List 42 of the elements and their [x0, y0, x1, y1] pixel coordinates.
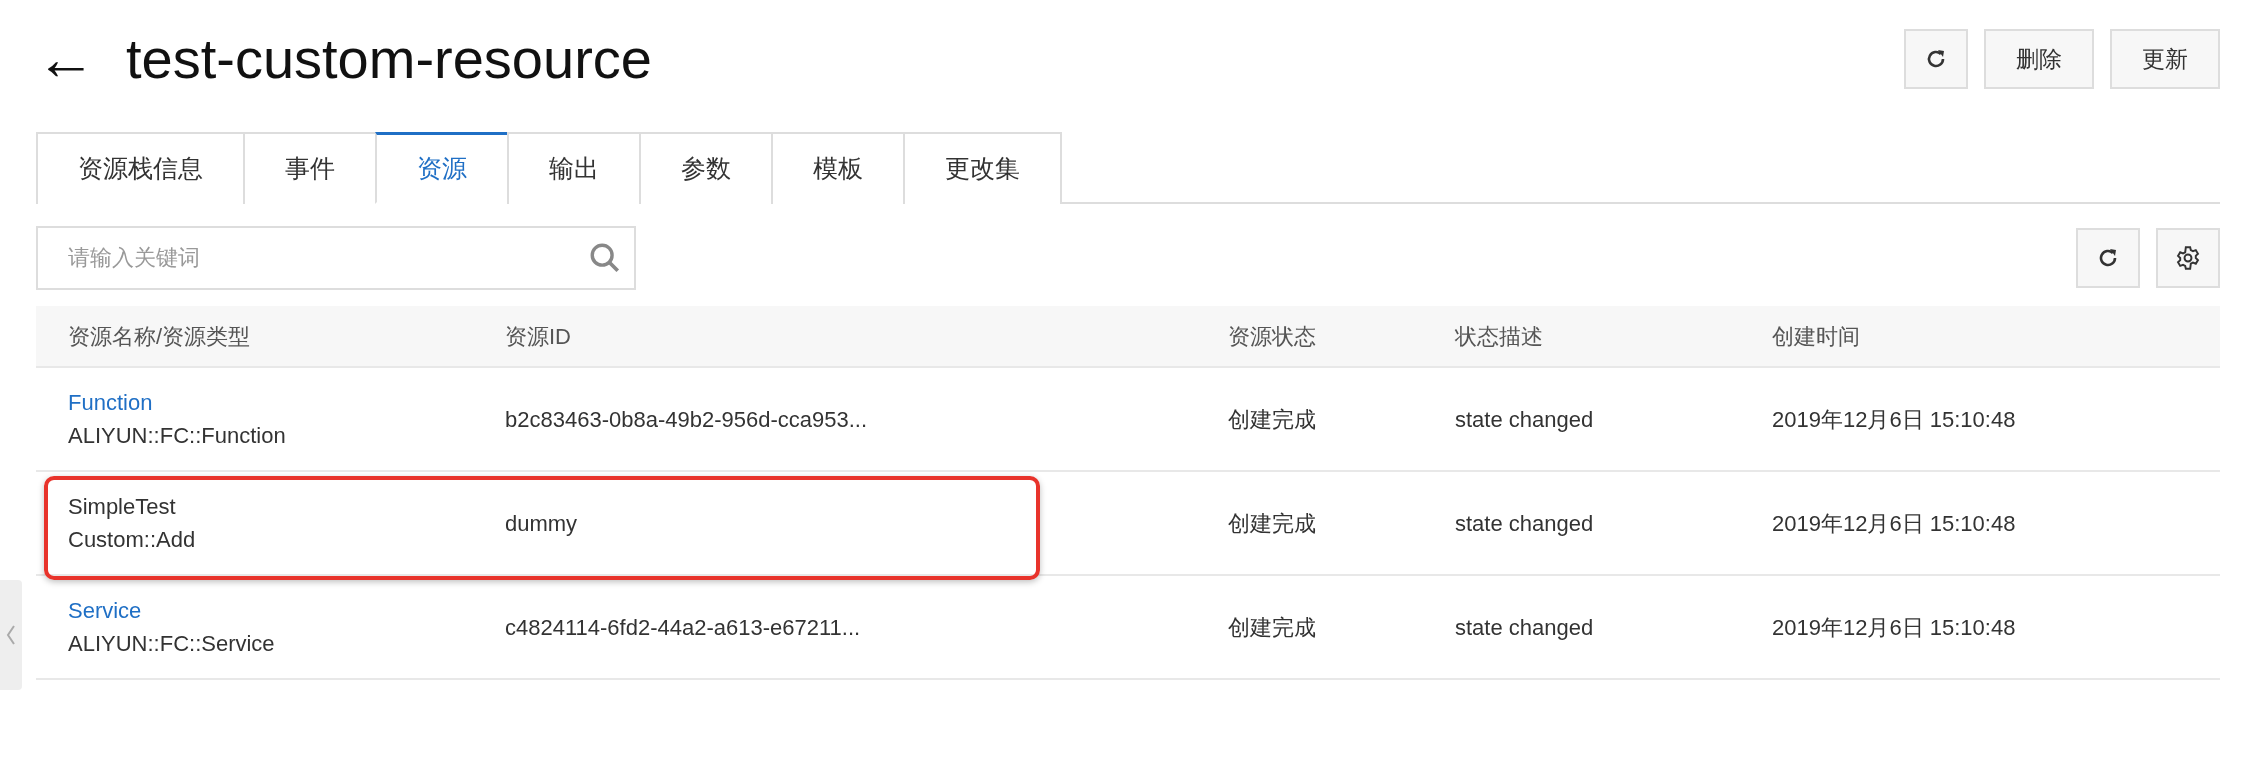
tab[interactable]: 更改集 [903, 132, 1062, 204]
resource-status: 创建完成 [1228, 509, 1317, 538]
tab[interactable]: 模板 [771, 132, 905, 204]
tab[interactable]: 事件 [243, 132, 377, 204]
column-header: 资源状态 [1228, 322, 1317, 351]
chevron-left-icon [6, 624, 16, 646]
resource-status: 创建完成 [1228, 405, 1317, 434]
resource-name-link[interactable]: Function [68, 386, 505, 419]
resource-type: Custom::Add [68, 526, 197, 554]
resource-name: SimpleTest [68, 493, 177, 521]
resource-id: c4824114-6fd2-44a2-a613-e67211... [505, 613, 862, 642]
resource-id: b2c83463-0b8a-49b2-956d-cca953... [505, 405, 869, 434]
refresh-button[interactable] [1904, 29, 1968, 89]
resource-status: 创建完成 [1228, 613, 1317, 642]
settings-button[interactable] [2156, 228, 2220, 288]
collapse-handle[interactable] [0, 580, 22, 690]
created-time: 2019年12月6日 15:10:48 [1772, 405, 2017, 434]
resource-name-link[interactable]: Service [68, 594, 505, 627]
tab[interactable]: 资源栈信息 [36, 132, 245, 204]
resource-type: ALIYUN::FC::Service [68, 630, 276, 658]
column-header: 创建时间 [1772, 322, 1861, 351]
search-field[interactable]: 请输入关键词 [36, 226, 636, 290]
search-icon [588, 241, 622, 275]
action-button[interactable]: 删除 [1984, 29, 2094, 89]
status-description: state changed [1455, 509, 1595, 538]
resource-id: dummy [505, 509, 579, 538]
column-header: 资源ID [505, 322, 572, 351]
settings-icon [2175, 245, 2201, 271]
action-button[interactable]: 更新 [2110, 29, 2220, 89]
column-header: 状态描述 [1455, 322, 1544, 351]
created-time: 2019年12月6日 15:10:48 [1772, 613, 2017, 642]
tab[interactable]: 输出 [507, 132, 641, 204]
column-header: 资源名称/资源类型 [67, 322, 252, 351]
tab[interactable]: 参数 [639, 132, 773, 204]
back-button[interactable]: ← [36, 29, 96, 89]
status-description: state changed [1455, 405, 1595, 434]
page-title: test-custom-resource [126, 26, 652, 93]
resource-type: ALIYUN::FC::Function [68, 422, 287, 450]
status-description: state changed [1455, 613, 1595, 642]
created-time: 2019年12月6日 15:10:48 [1772, 509, 2017, 538]
refresh-button[interactable] [2076, 228, 2140, 288]
tab[interactable]: 资源 [375, 132, 509, 204]
